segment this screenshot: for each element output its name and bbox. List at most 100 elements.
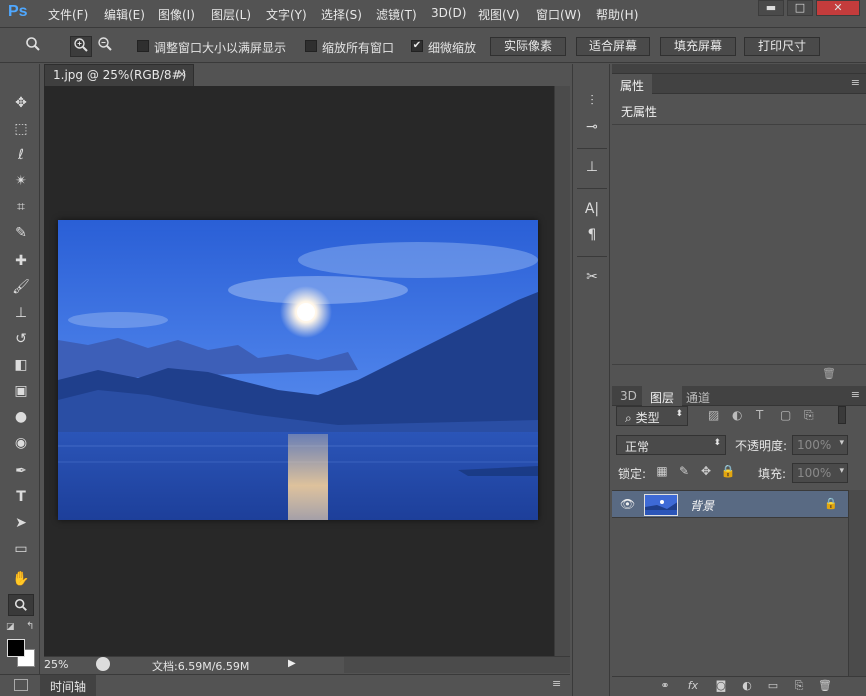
menu-bar: Ps 文件(F) 编辑(E) 图像(I) 图层(L) 文字(Y) 选择(S) 滤… bbox=[0, 0, 866, 28]
menu-filter[interactable]: 滤镜(T) bbox=[376, 6, 417, 23]
tab-3d[interactable]: 3D bbox=[612, 386, 645, 406]
properties-menu-icon[interactable]: ≡ bbox=[851, 76, 860, 89]
add-mask-icon[interactable]: ◙ bbox=[712, 679, 730, 695]
new-layer-icon[interactable]: ⎘ bbox=[790, 679, 808, 695]
swap-colors-icon[interactable]: ↰ bbox=[26, 621, 34, 632]
menu-select[interactable]: 选择(S) bbox=[321, 6, 362, 23]
layer-row-background[interactable]: 👁 背景 🔒 bbox=[612, 490, 848, 518]
print-size-button[interactable]: 打印尺寸 bbox=[744, 37, 820, 56]
document-image bbox=[58, 220, 538, 520]
properties-delete-icon[interactable]: 🗑 bbox=[822, 367, 836, 380]
timeline-menu-icon[interactable]: ≡ bbox=[552, 677, 561, 690]
tool-presets-icon[interactable]: ✂ bbox=[580, 266, 604, 288]
blend-mode-dropdown[interactable]: 正常 ⬍ bbox=[616, 435, 726, 455]
filter-shape-icon[interactable]: ▢ bbox=[780, 408, 791, 422]
resize-windows-checkbox[interactable] bbox=[137, 40, 149, 52]
zoom-in-icon[interactable] bbox=[70, 36, 92, 57]
move-tool-icon[interactable]: ✥ bbox=[8, 92, 34, 114]
visibility-eye-icon[interactable]: 👁 bbox=[620, 497, 635, 511]
eyedropper-tool-icon[interactable]: ✎ bbox=[8, 222, 34, 244]
lasso-tool-icon[interactable]: ℓ bbox=[8, 144, 34, 166]
close-document-icon[interactable]: × bbox=[177, 67, 187, 81]
zoom-level-field[interactable]: 25% bbox=[44, 658, 68, 671]
menu-view[interactable]: 视图(V) bbox=[478, 6, 520, 23]
rectangle-tool-icon[interactable]: ▭ bbox=[8, 538, 34, 560]
paragraph-panel-icon[interactable]: ¶ bbox=[580, 224, 604, 246]
link-layers-icon[interactable]: ⚭ bbox=[656, 679, 674, 695]
brush-presets-icon[interactable]: ⫶ bbox=[580, 90, 604, 112]
maximize-button[interactable]: □ bbox=[787, 0, 813, 16]
properties-footer: 🗑 bbox=[612, 364, 866, 384]
eraser-tool-icon[interactable]: ◧ bbox=[8, 354, 34, 376]
status-info-icon[interactable] bbox=[96, 657, 110, 671]
filter-image-icon[interactable]: ▨ bbox=[708, 408, 719, 422]
scrubby-zoom-checkbox[interactable]: ✔ bbox=[411, 40, 423, 52]
close-button[interactable]: ✕ bbox=[816, 0, 860, 16]
path-selection-tool-icon[interactable]: ➤ bbox=[8, 512, 34, 534]
vertical-scrollbar[interactable] bbox=[554, 86, 570, 656]
fill-field[interactable]: 100% ▾ bbox=[792, 463, 848, 483]
fit-screen-button[interactable]: 适合屏幕 bbox=[576, 37, 650, 56]
minimize-button[interactable]: ▬ bbox=[758, 0, 784, 16]
zoom-tool-icon[interactable] bbox=[8, 594, 34, 616]
type-tool-icon[interactable]: T bbox=[8, 486, 34, 508]
blur-tool-icon[interactable]: ● bbox=[8, 406, 34, 428]
foreground-color-swatch[interactable] bbox=[7, 639, 25, 657]
dodge-tool-icon[interactable]: ◉ bbox=[8, 432, 34, 454]
gradient-tool-icon[interactable]: ▣ bbox=[8, 380, 34, 402]
menu-help[interactable]: 帮助(H) bbox=[596, 6, 638, 23]
properties-panel-collapse-bar[interactable] bbox=[612, 64, 866, 74]
layers-scrollbar[interactable] bbox=[848, 490, 866, 676]
document-tab[interactable]: 1.jpg @ 25%(RGB/8#) × bbox=[44, 64, 194, 86]
lock-image-icon[interactable]: ✎ bbox=[676, 464, 692, 480]
brush-settings-icon[interactable]: ⊸ bbox=[580, 116, 604, 138]
layer-name[interactable]: 背景 bbox=[690, 497, 714, 514]
menu-layer[interactable]: 图层(L) bbox=[211, 6, 251, 23]
delete-layer-icon[interactable]: 🗑 bbox=[816, 679, 834, 695]
marquee-tool-icon[interactable]: ⬚ bbox=[8, 118, 34, 140]
layer-filter-dropdown[interactable]: ⌕ 类型 ⬍ bbox=[616, 406, 688, 426]
lock-position-icon[interactable]: ✥ bbox=[698, 464, 714, 480]
menu-window[interactable]: 窗口(W) bbox=[536, 6, 581, 23]
canvas-area[interactable] bbox=[44, 86, 554, 656]
menu-edit[interactable]: 编辑(E) bbox=[104, 6, 145, 23]
layer-style-icon[interactable]: fx bbox=[684, 679, 702, 695]
tab-properties[interactable]: 属性 bbox=[612, 74, 653, 94]
zoom-tool-preset-icon[interactable] bbox=[22, 36, 44, 57]
timeline-icon[interactable] bbox=[14, 679, 28, 691]
tab-channels[interactable]: 通道 bbox=[678, 386, 718, 406]
lock-transparent-icon[interactable]: ▦ bbox=[654, 464, 670, 480]
filter-smart-object-icon[interactable]: ⎘ bbox=[804, 408, 814, 423]
status-menu-arrow-icon[interactable]: ▶ bbox=[288, 658, 296, 669]
fill-screen-button[interactable]: 填充屏幕 bbox=[660, 37, 736, 56]
horizontal-scrollbar[interactable] bbox=[344, 657, 570, 673]
menu-image[interactable]: 图像(I) bbox=[158, 6, 195, 23]
new-group-icon[interactable]: ▭ bbox=[764, 679, 782, 695]
hand-tool-icon[interactable]: ✋ bbox=[8, 568, 34, 590]
adjustment-layer-icon[interactable]: ◐ bbox=[738, 679, 756, 695]
menu-type[interactable]: 文字(Y) bbox=[266, 6, 307, 23]
filter-type-icon[interactable]: T bbox=[756, 408, 763, 422]
tab-layers[interactable]: 图层 bbox=[642, 386, 683, 406]
brush-tool-icon[interactable]: 🖌 bbox=[8, 276, 34, 298]
menu-file[interactable]: 文件(F) bbox=[48, 6, 88, 23]
filter-adjustment-icon[interactable]: ◐ bbox=[732, 408, 742, 422]
timeline-tab[interactable]: 时间轴 bbox=[40, 675, 97, 696]
character-panel-icon[interactable]: A| bbox=[580, 198, 604, 220]
magic-wand-tool-icon[interactable]: ✴ bbox=[8, 170, 34, 192]
lock-all-icon[interactable]: 🔒 bbox=[720, 464, 736, 480]
zoom-all-windows-checkbox[interactable] bbox=[305, 40, 317, 52]
history-brush-tool-icon[interactable]: ↺ bbox=[8, 328, 34, 350]
crop-tool-icon[interactable]: ⌗ bbox=[8, 196, 34, 218]
zoom-out-icon[interactable] bbox=[94, 36, 116, 57]
menu-3d[interactable]: 3D(D) bbox=[431, 6, 466, 20]
opacity-field[interactable]: 100% ▾ bbox=[792, 435, 848, 455]
layers-menu-icon[interactable]: ≡ bbox=[851, 388, 860, 401]
filter-toggle[interactable] bbox=[838, 406, 846, 424]
pen-tool-icon[interactable]: ✒ bbox=[8, 460, 34, 482]
actual-pixels-button[interactable]: 实际像素 bbox=[490, 37, 566, 56]
healing-brush-tool-icon[interactable]: ✚ bbox=[8, 250, 34, 272]
clone-source-icon[interactable]: ⊥ bbox=[580, 156, 604, 178]
default-colors-icon[interactable]: ◪ bbox=[6, 622, 15, 632]
clone-stamp-tool-icon[interactable]: ⊥ bbox=[8, 302, 34, 324]
